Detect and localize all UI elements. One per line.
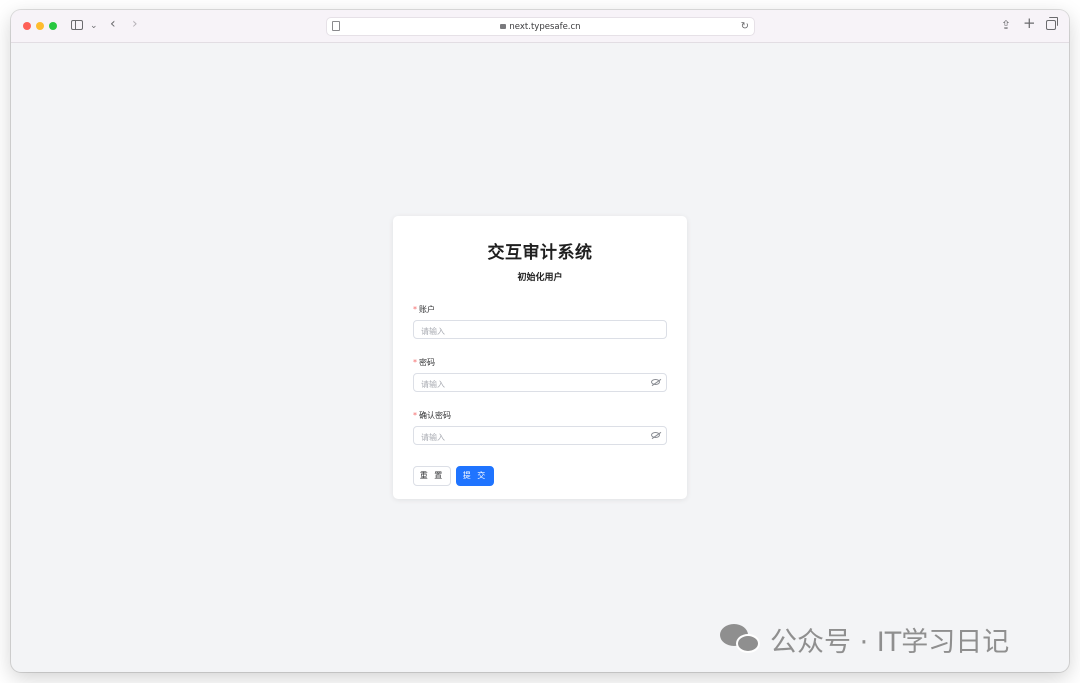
watermark-text: 公众号 · IT学习日记 — [770, 626, 1010, 658]
url-text: next.typesafe.cn — [509, 22, 581, 32]
reload-icon[interactable]: ↻ — [741, 21, 749, 32]
sidebar-toggle-icon[interactable] — [71, 20, 83, 30]
minimize-window-button[interactable] — [36, 22, 44, 30]
page-subtitle: 初始化用户 — [517, 273, 563, 283]
browser-toolbar: ⌄ ‹ › next.typesafe.cn ↻ ⇪ + — [11, 10, 1069, 43]
submit-button[interactable]: 提 交 — [456, 466, 494, 486]
watermark: 公众号 · IT学习日记 — [720, 622, 1010, 658]
tab-overview-icon[interactable] — [1046, 17, 1058, 30]
forward-arrow-icon[interactable]: › — [132, 17, 138, 31]
init-user-card: 交互审计系统 初始化用户 * 账户 请输入 * 密码 请输入 * 确认密码 请输入 重… — [393, 216, 687, 499]
new-tab-icon[interactable]: + — [1023, 16, 1036, 31]
required-mark: * — [413, 358, 417, 367]
required-mark: * — [413, 411, 417, 420]
eye-off-icon[interactable] — [651, 379, 660, 385]
chevron-down-icon[interactable]: ⌄ — [90, 20, 98, 32]
confirm-password-placeholder: 请输入 — [421, 433, 445, 442]
maximize-window-button[interactable] — [49, 22, 57, 30]
account-placeholder: 请输入 — [421, 327, 445, 336]
eye-off-icon[interactable] — [651, 432, 660, 438]
back-arrow-icon[interactable]: ‹ — [110, 17, 116, 31]
password-label: * 密码 — [413, 358, 435, 367]
confirm-password-label: * 确认密码 — [413, 411, 451, 420]
page-title: 交互审计系统 — [487, 243, 593, 263]
password-input[interactable]: 请输入 — [413, 373, 667, 392]
share-icon[interactable]: ⇪ — [1001, 19, 1011, 31]
close-window-button[interactable] — [23, 22, 31, 30]
lock-icon — [500, 24, 507, 29]
confirm-password-input[interactable]: 请输入 — [413, 426, 667, 445]
password-placeholder: 请输入 — [421, 380, 445, 389]
browser-window: ⌄ ‹ › next.typesafe.cn ↻ ⇪ + 交互审计系统 初始化用… — [11, 10, 1069, 672]
address-bar[interactable]: next.typesafe.cn ↻ — [326, 17, 755, 36]
required-mark: * — [413, 305, 417, 314]
account-input[interactable]: 请输入 — [413, 320, 667, 339]
reset-button[interactable]: 重 置 — [413, 466, 451, 486]
account-label: * 账户 — [413, 305, 435, 314]
wechat-icon — [720, 622, 762, 656]
